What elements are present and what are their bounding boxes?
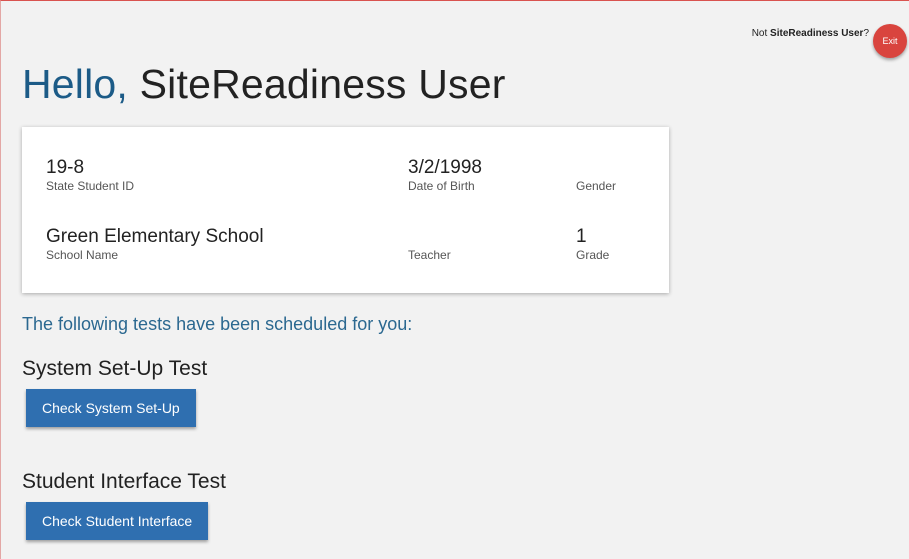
school-name-value: Green Elementary School <box>46 226 264 247</box>
not-suffix: ? <box>863 28 869 39</box>
greeting-name: SiteReadiness User <box>139 61 506 107</box>
teacher-label: Teacher <box>408 248 451 262</box>
page-title: Hello, SiteReadiness User <box>22 64 506 105</box>
not-user-prompt: Not SiteReadiness User? <box>752 28 869 39</box>
gender: Gender <box>576 157 616 193</box>
check-system-setup-button[interactable]: Check System Set-Up <box>26 389 196 427</box>
gender-label: Gender <box>576 179 617 193</box>
date-of-birth-value: 3/2/1998 <box>408 157 482 178</box>
state-student-id-label: State Student ID <box>46 179 135 193</box>
state-student-id: 19-8 State Student ID <box>46 157 134 193</box>
gender-value <box>576 157 616 179</box>
date-of-birth-label: Date of Birth <box>408 179 475 193</box>
teacher-value <box>408 226 451 248</box>
teacher: Teacher <box>408 226 451 262</box>
grade-label: Grade <box>576 248 610 262</box>
check-student-interface-button[interactable]: Check Student Interface <box>26 502 209 540</box>
current-user-name: SiteReadiness User <box>770 28 864 39</box>
grade-value: 1 <box>576 226 587 247</box>
exit-button[interactable]: Exit <box>873 24 907 58</box>
student-interface-test-title: Student Interface Test <box>22 470 226 493</box>
not-prefix: Not <box>751 28 771 39</box>
date-of-birth: 3/2/1998 Date of Birth <box>408 157 482 193</box>
school-name: Green Elementary School School Name <box>46 226 264 262</box>
scheduled-tests-intro: The following tests have been scheduled … <box>22 314 413 334</box>
school-name-label: School Name <box>46 248 119 262</box>
system-setup-test-title: System Set-Up Test <box>22 357 208 380</box>
grade: 1 Grade <box>576 226 609 262</box>
student-info-card: 19-8 State Student ID 3/2/1998 Date of B… <box>22 127 669 293</box>
state-student-id-value: 19-8 <box>46 157 85 178</box>
greeting-hello: Hello, <box>22 61 129 107</box>
